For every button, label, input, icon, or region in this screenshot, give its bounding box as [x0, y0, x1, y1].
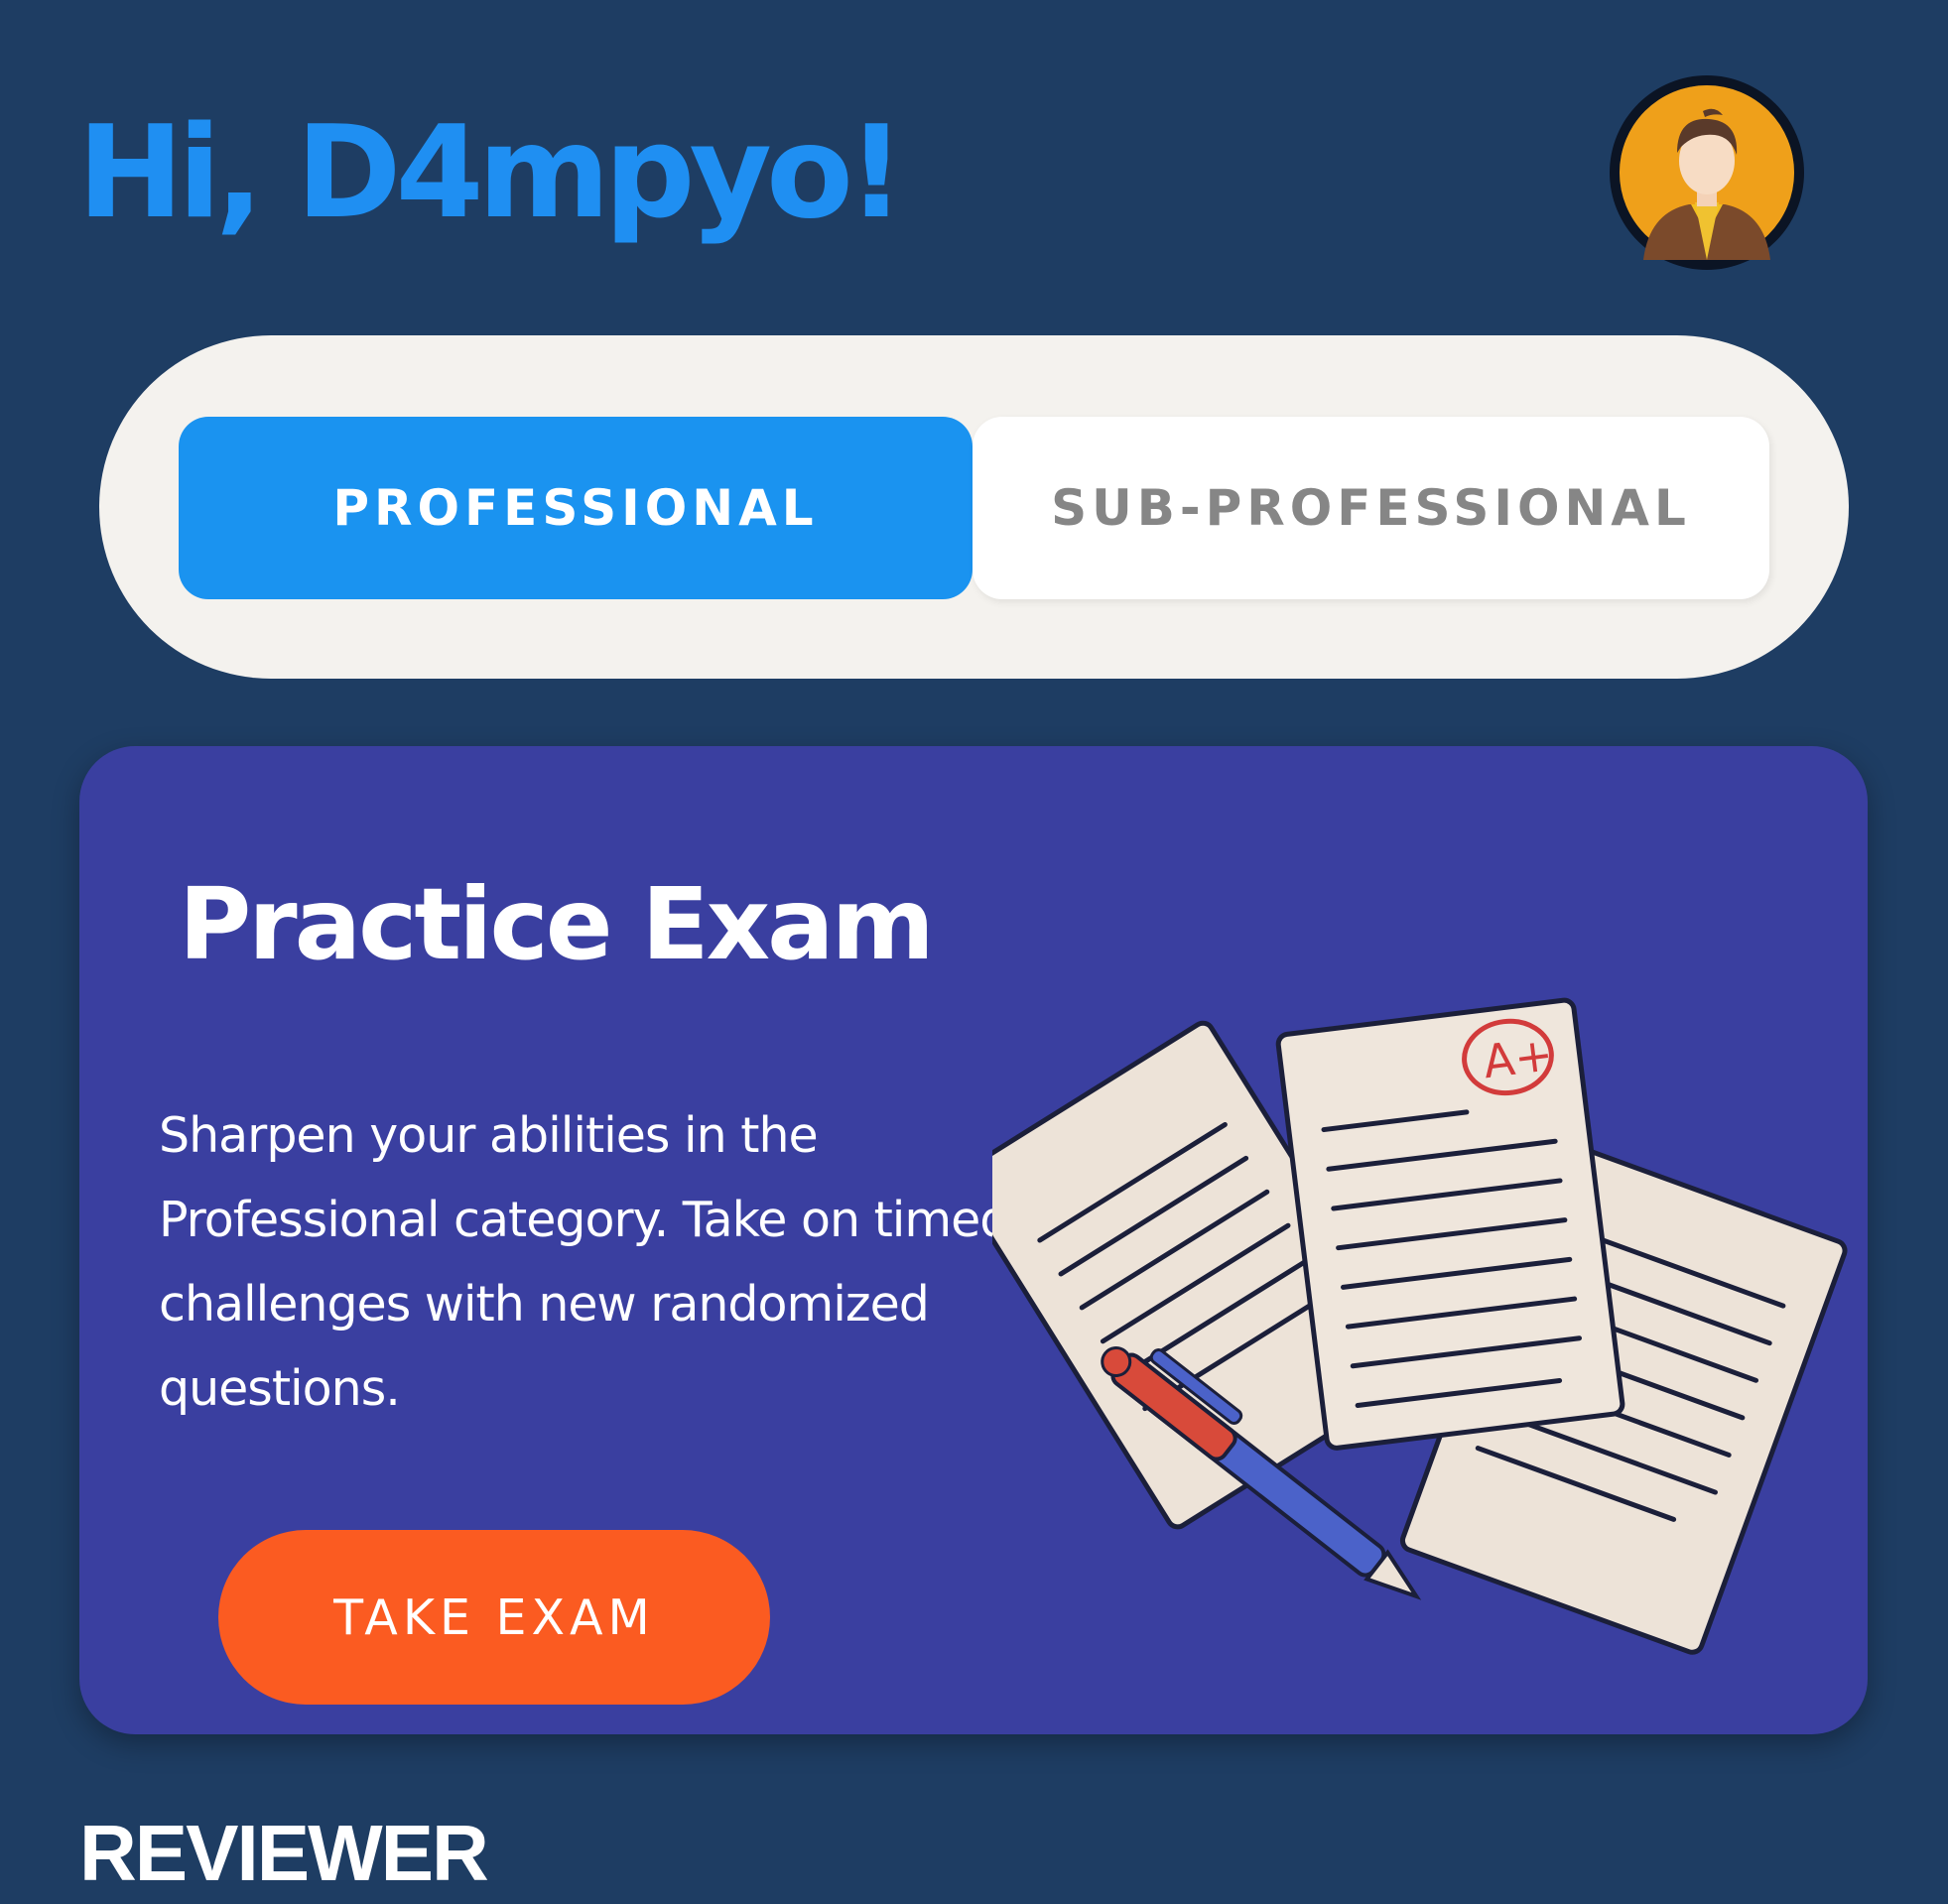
reviewer-section-label: REVIEWER [79, 1809, 489, 1897]
category-toggle: PROFESSIONAL SUB-PROFESSIONAL [99, 335, 1849, 679]
exam-papers-icon: A+ [992, 997, 1848, 1655]
tab-professional[interactable]: PROFESSIONAL [179, 417, 973, 599]
take-exam-button[interactable]: TAKE EXAM [218, 1530, 770, 1705]
greeting-title: Hi, D4mpyo! [77, 99, 905, 247]
card-description: Sharpen your abilities in the Profession… [159, 1107, 1010, 1417]
home-screen: Hi, D4mpyo! PROFESSIONAL SUB-PROFESSIONA… [0, 0, 1948, 1904]
user-avatar-icon [1620, 85, 1794, 260]
practice-exam-card: Practice Exam Sharpen your abilities in … [79, 746, 1868, 1734]
card-title: Practice Exam [179, 866, 935, 982]
tab-sub-professional[interactable]: SUB-PROFESSIONAL [973, 417, 1769, 599]
grade-mark: A+ [1481, 1027, 1556, 1088]
profile-avatar[interactable] [1610, 75, 1804, 270]
